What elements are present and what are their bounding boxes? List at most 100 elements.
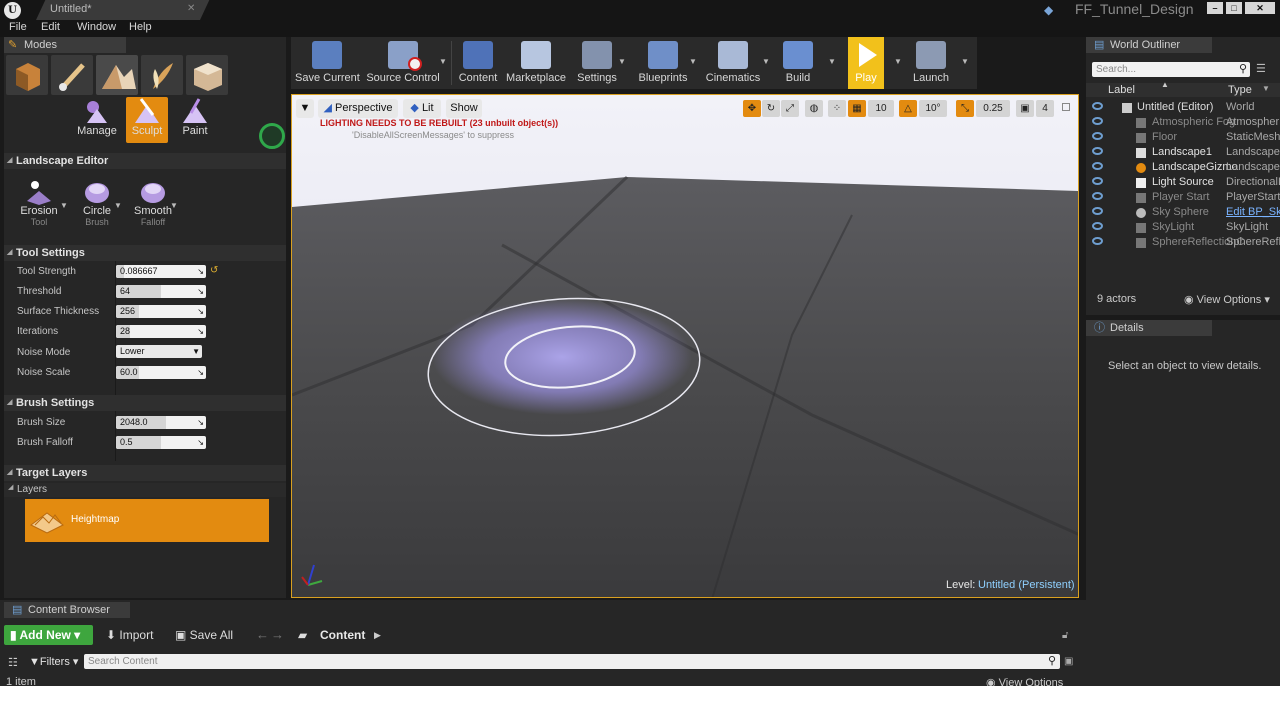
import-button[interactable]: ⬇ Import	[106, 628, 153, 642]
surface-thickness-input[interactable]: 256 ↘	[116, 305, 206, 318]
save-current-button[interactable]: Save Current	[295, 37, 360, 89]
launch-dropdown-icon[interactable]: ▼	[961, 57, 969, 66]
noise-scale-input[interactable]: 60.0 ↘	[116, 366, 206, 379]
visibility-eye-icon[interactable]	[1092, 147, 1103, 155]
save-search-icon[interactable]: ▣	[1064, 656, 1073, 667]
play-dropdown-icon[interactable]: ▼	[894, 57, 902, 66]
perspective-button[interactable]: ◢ Perspective	[318, 99, 398, 118]
feedback-icon[interactable]: ◆	[1044, 3, 1053, 17]
layers-expand-icon[interactable]: ◢	[8, 483, 13, 491]
outliner-row[interactable]: Landscape1 Landscape	[1092, 146, 1280, 161]
outliner-row[interactable]: SkyLight SkyLight	[1092, 221, 1280, 236]
foliage-mode-icon[interactable]	[141, 55, 183, 95]
visibility-eye-icon[interactable]	[1092, 207, 1103, 215]
visibility-eye-icon[interactable]	[1092, 192, 1103, 200]
tool-strength-input[interactable]: 0.086667 ↘	[116, 265, 206, 278]
outliner-view-options[interactable]: ◉ View Options ▾	[1184, 293, 1270, 306]
visibility-eye-icon[interactable]	[1092, 132, 1103, 140]
launch-button[interactable]: Launch	[908, 37, 954, 89]
place-mode-icon[interactable]	[6, 55, 48, 95]
show-button[interactable]: Show	[446, 99, 482, 118]
reset-to-default-icon[interactable]: ↺	[210, 265, 218, 276]
threshold-input[interactable]: 64 ↘	[116, 285, 206, 298]
settings-dropdown-icon[interactable]: ▼	[618, 57, 626, 66]
visibility-eye-icon[interactable]	[1092, 162, 1103, 170]
circle-dropdown-arrow[interactable]: ▼	[114, 201, 122, 210]
outliner-search-input[interactable]: Search... ⚲	[1092, 62, 1250, 77]
scale-snap-value[interactable]: 0.25	[976, 100, 1010, 117]
outliner-row[interactable]: LandscapeGizmo Landscape	[1092, 161, 1280, 176]
erosion-tool-dropdown[interactable]: Erosion Tool	[16, 177, 62, 235]
close-tab-icon[interactable]: ✕	[187, 3, 195, 14]
settings-button[interactable]: Settings	[573, 37, 621, 89]
content-search-input[interactable]: Search Content ⚲	[84, 654, 1060, 669]
outliner-row[interactable]: SphereReflectionCaptureSphereReflectionC…	[1092, 236, 1280, 251]
surface-snap-icon[interactable]: ⁘	[828, 100, 846, 117]
grid-snap-value[interactable]: 10	[868, 100, 894, 117]
cinematics-dropdown-icon[interactable]: ▼	[762, 57, 770, 66]
tool-settings-header[interactable]: Tool Settings	[4, 245, 286, 261]
visibility-eye-icon[interactable]	[1092, 102, 1103, 110]
content-button[interactable]: Content	[455, 37, 501, 89]
brush-falloff-input[interactable]: 0.5 ↘	[116, 436, 206, 449]
type-column-dropdown-icon[interactable]: ▼	[1262, 84, 1270, 93]
outliner-row[interactable]: FloorStaticMeshActor	[1092, 131, 1280, 146]
label-column-header[interactable]: Label	[1108, 84, 1135, 96]
camera-speed-icon[interactable]: ▣	[1016, 100, 1034, 117]
outliner-row[interactable]: Light SourceDirectionalLight	[1092, 176, 1280, 191]
world-outliner-tab[interactable]: ▤ World Outliner	[1086, 37, 1212, 53]
paint-mode-icon[interactable]	[51, 55, 93, 95]
menu-file[interactable]: File	[9, 21, 27, 33]
add-new-button[interactable]: ▮ Add New ▾	[4, 625, 93, 645]
blueprints-dropdown-icon[interactable]: ▼	[689, 57, 697, 66]
rotation-snap-value[interactable]: 10°	[919, 100, 947, 117]
blueprints-button[interactable]: Blueprints	[633, 37, 693, 89]
unreal-logo-icon[interactable]: U	[4, 2, 21, 19]
camera-speed-value[interactable]: 4	[1036, 100, 1054, 117]
rotate-mode-icon[interactable]: ↻	[762, 100, 780, 117]
forward-arrow-icon[interactable]: →	[271, 627, 284, 642]
modes-tab[interactable]: ✎ Modes	[4, 37, 126, 53]
brush-settings-header[interactable]: Brush Settings	[4, 395, 286, 411]
maximize-icon[interactable]: □	[1226, 2, 1242, 14]
sort-ascending-icon[interactable]: ▲	[1161, 80, 1169, 89]
translate-mode-icon[interactable]: ✥	[743, 100, 761, 117]
build-dropdown-icon[interactable]: ▼	[828, 57, 836, 66]
level-viewport[interactable]: ▼ ◢ Perspective ◆ Lit Show LIGHTING NEED…	[291, 94, 1079, 598]
lock-icon[interactable]: 🔓︎	[1062, 630, 1068, 641]
landscape-editor-header[interactable]: Landscape Editor	[4, 153, 286, 169]
visibility-eye-icon[interactable]	[1092, 117, 1103, 125]
menu-help[interactable]: Help	[129, 21, 152, 33]
outliner-row[interactable]: Atmospheric FogAtmosphericFog	[1092, 116, 1280, 131]
details-tab[interactable]: ⓘ Details	[1086, 320, 1212, 336]
filters-button[interactable]: ▼Filters ▾	[29, 655, 78, 668]
menu-edit[interactable]: Edit	[41, 21, 60, 33]
outliner-row[interactable]: Sky SphereEdit BP_Sky_Sphere	[1092, 206, 1280, 221]
visibility-eye-icon[interactable]	[1092, 222, 1103, 230]
source-control-button[interactable]: Source Control	[365, 37, 441, 89]
source-control-dropdown-icon[interactable]: ▼	[439, 57, 447, 66]
breadcrumb-chevron-icon[interactable]: ▶	[374, 630, 381, 641]
outliner-row[interactable]: Player Start PlayerStart	[1092, 191, 1280, 206]
back-arrow-icon[interactable]: ←	[256, 627, 269, 642]
brush-size-input[interactable]: 2048.0 ↘	[116, 416, 206, 429]
content-search-icon[interactable]: ⚲	[1048, 654, 1056, 667]
noise-mode-select[interactable]: Lower ▼	[116, 345, 202, 358]
sources-toggle-icon[interactable]: ☷	[8, 656, 18, 669]
manage-tool-button[interactable]: Manage	[76, 97, 118, 143]
outliner-row[interactable]: Untitled (Editor) World	[1092, 101, 1280, 116]
menu-window[interactable]: Window	[77, 21, 116, 33]
rotation-snap-icon[interactable]: △	[899, 100, 917, 117]
erosion-dropdown-arrow[interactable]: ▼	[60, 201, 68, 210]
lit-button[interactable]: ◆ Lit	[403, 99, 441, 118]
content-view-options[interactable]: ◉ View Options	[986, 676, 1063, 686]
sculpt-tool-button[interactable]: Sculpt	[126, 97, 168, 143]
cinematics-button[interactable]: Cinematics	[703, 37, 763, 89]
build-button[interactable]: Build	[778, 37, 818, 89]
save-all-button[interactable]: ▣ Save All	[175, 628, 233, 642]
landscape-mode-icon[interactable]	[96, 55, 138, 95]
target-layers-header[interactable]: Target Layers	[4, 465, 286, 481]
grid-snap-icon[interactable]: ▦	[848, 100, 866, 117]
gizmo-toggle-icon[interactable]	[259, 123, 285, 149]
smooth-dropdown-arrow[interactable]: ▼	[170, 201, 178, 210]
